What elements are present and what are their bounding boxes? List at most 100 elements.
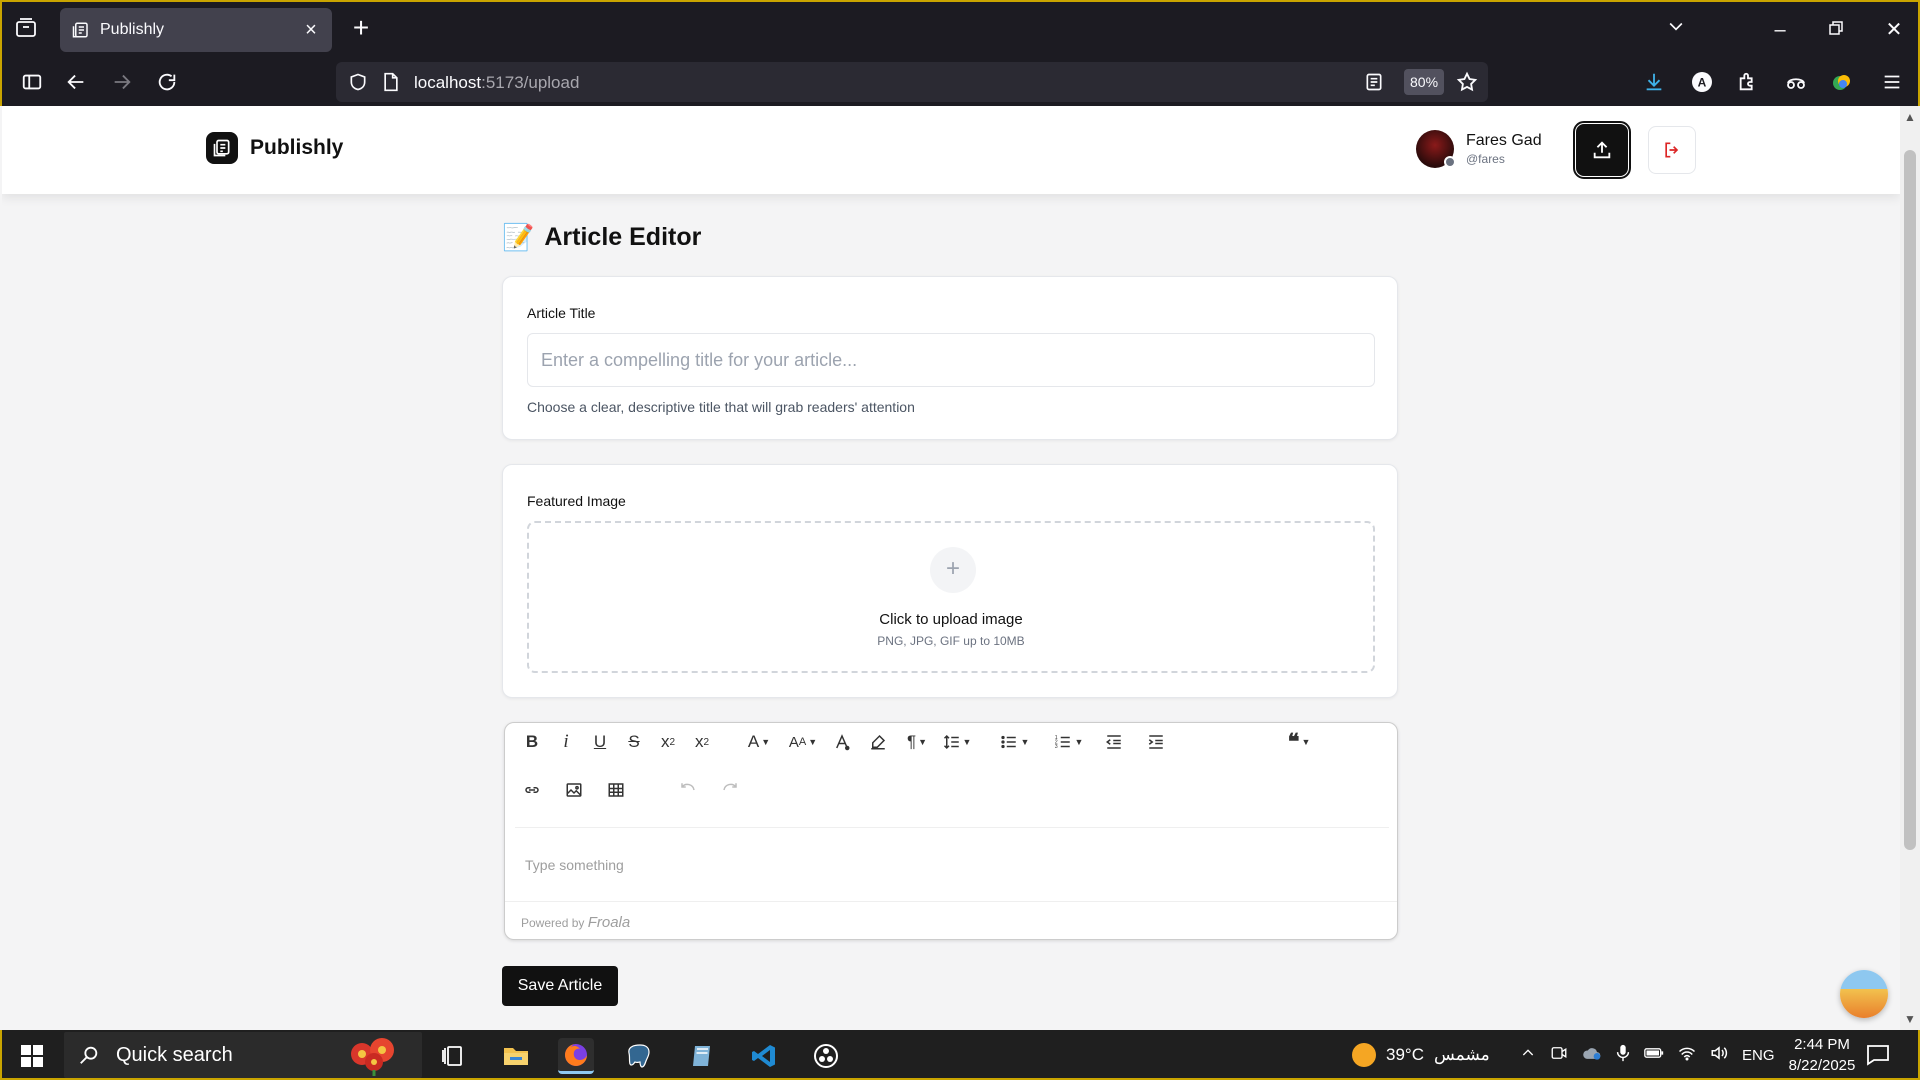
page-viewport: Publishly Fares Gad @fares 📝 Article Edi… xyxy=(2,106,1900,1030)
insert-image-icon[interactable] xyxy=(557,773,591,807)
quote-icon[interactable]: ❝ ▼ xyxy=(1279,725,1319,759)
vscode-icon[interactable] xyxy=(746,1038,782,1074)
title-hint: Choose a clear, descriptive title that w… xyxy=(527,399,915,415)
froala-brand: Froala xyxy=(587,914,631,931)
account-icon[interactable]: A xyxy=(1688,68,1716,96)
zoom-level-badge[interactable]: 80% xyxy=(1404,69,1445,95)
close-window-icon[interactable]: ✕ xyxy=(1880,16,1908,44)
font-size-icon[interactable]: A A ▼ xyxy=(781,725,825,759)
language-indicator[interactable]: ENG xyxy=(1742,1047,1775,1064)
page-title: 📝 Article Editor xyxy=(502,222,701,252)
italic-icon[interactable]: i xyxy=(549,725,583,759)
list-all-tabs-icon[interactable] xyxy=(1662,16,1690,44)
search-icon xyxy=(78,1044,100,1066)
powered-by-froala[interactable]: Powered by Froala xyxy=(521,914,630,931)
meet-now-icon[interactable] xyxy=(1550,1044,1568,1066)
subscript-icon[interactable]: x2 xyxy=(651,725,685,759)
article-title-input[interactable] xyxy=(527,333,1375,387)
scrollbar-thumb[interactable] xyxy=(1904,150,1916,850)
browser-tab-active[interactable]: Publishly × xyxy=(60,8,332,52)
clock-time: 2:44 PM xyxy=(1794,1036,1850,1053)
brand-name: Publishly xyxy=(250,136,344,159)
highlight-icon[interactable] xyxy=(861,725,895,759)
nav-bar: localhost:5173/upload 80% A xyxy=(2,56,1918,108)
avatar[interactable] xyxy=(1416,130,1456,168)
line-height-icon[interactable]: ▼ xyxy=(937,725,977,759)
sun-icon xyxy=(1352,1043,1376,1067)
windows-start-icon[interactable] xyxy=(20,1044,44,1068)
search-highlight-flowers-icon xyxy=(344,1036,404,1076)
numbered-list-icon[interactable]: 1 2 3 ▼ xyxy=(1045,725,1091,759)
restore-icon[interactable] xyxy=(1822,16,1850,44)
outdent-icon[interactable] xyxy=(1097,725,1131,759)
tab-favicon-icon xyxy=(72,21,90,39)
page-scrollbar[interactable]: ▲ ▼ xyxy=(1900,106,1920,1030)
windows-taskbar: Quick search 39°C مشمس ENG 2:44 PM 8/22/… xyxy=(0,1030,1920,1080)
url-text[interactable]: localhost:5173/upload xyxy=(414,73,579,93)
insert-link-icon[interactable] xyxy=(515,773,549,807)
brand[interactable]: Publishly xyxy=(206,132,343,164)
reload-icon[interactable] xyxy=(153,68,181,96)
tab-close-icon[interactable]: × xyxy=(302,20,320,40)
underline-icon[interactable]: U xyxy=(583,725,617,759)
wifi-icon[interactable] xyxy=(1678,1045,1696,1065)
weather-widget[interactable]: 39°C مشمس xyxy=(1352,1030,1490,1080)
upload-button[interactable] xyxy=(1573,121,1631,179)
firefox-taskbar-icon[interactable] xyxy=(558,1038,594,1074)
strikethrough-icon[interactable]: S xyxy=(617,725,651,759)
reader-view-icon[interactable] xyxy=(1364,72,1384,92)
minimize-icon[interactable]: – xyxy=(1766,16,1794,44)
app-book-icon[interactable] xyxy=(684,1038,720,1074)
scroll-down-icon[interactable]: ▼ xyxy=(1904,1012,1916,1026)
postgresql-icon[interactable] xyxy=(622,1038,658,1074)
weather-temp: 39°C xyxy=(1386,1045,1424,1064)
bookmark-star-icon[interactable] xyxy=(1456,71,1478,93)
undo-icon[interactable] xyxy=(671,773,705,807)
search-label: Quick search xyxy=(116,1043,233,1066)
logout-button[interactable] xyxy=(1648,126,1696,174)
onedrive-icon[interactable] xyxy=(1582,1045,1602,1065)
notifications-icon[interactable] xyxy=(1866,1030,1890,1080)
task-view-icon[interactable] xyxy=(434,1038,470,1074)
forward-icon[interactable] xyxy=(108,68,136,96)
app-menu-icon[interactable] xyxy=(1878,68,1906,96)
user-info: Fares Gad @fares xyxy=(1466,132,1542,166)
save-article-button[interactable]: Save Article xyxy=(502,966,618,1006)
indent-icon[interactable] xyxy=(1139,725,1173,759)
floating-widget-icon[interactable] xyxy=(1840,970,1888,1018)
text-color-icon[interactable] xyxy=(825,725,859,759)
sidebar-toggle-icon[interactable] xyxy=(18,68,46,96)
insert-table-icon[interactable] xyxy=(599,773,633,807)
tracking-protection-icon[interactable] xyxy=(348,72,368,92)
taskbar-clock[interactable]: 2:44 PM 8/22/2025 xyxy=(1772,1034,1872,1076)
new-tab-icon[interactable]: + xyxy=(348,14,374,42)
upload-hint: PNG, JPG, GIF up to 10MB xyxy=(877,634,1025,648)
superscript-icon[interactable]: x2 xyxy=(685,725,719,759)
editor-content-area[interactable]: Type something xyxy=(525,857,624,873)
page-info-icon[interactable] xyxy=(382,72,402,92)
font-family-icon[interactable]: A ▼ xyxy=(737,725,781,759)
file-explorer-icon[interactable] xyxy=(498,1038,534,1074)
colorful-extension-icon[interactable] xyxy=(1828,68,1856,96)
paragraph-format-icon[interactable]: ¶ ▼ xyxy=(897,725,937,759)
downloads-icon[interactable] xyxy=(1640,68,1668,96)
scroll-up-icon[interactable]: ▲ xyxy=(1904,110,1916,124)
powered-by-text: Powered by xyxy=(521,916,585,930)
back-icon[interactable] xyxy=(62,68,90,96)
microphone-icon[interactable] xyxy=(1616,1044,1630,1066)
address-bar[interactable]: localhost:5173/upload 80% xyxy=(336,62,1488,102)
bullet-list-icon[interactable]: ▼ xyxy=(991,725,1037,759)
taskbar-search[interactable]: Quick search xyxy=(64,1032,422,1078)
user-profile[interactable]: Fares Gad @fares xyxy=(1416,130,1542,168)
battery-icon[interactable] xyxy=(1644,1046,1664,1064)
redo-icon[interactable] xyxy=(713,773,747,807)
volume-icon[interactable] xyxy=(1710,1045,1728,1065)
show-hidden-icons-icon[interactable] xyxy=(1520,1045,1536,1065)
image-upload-dropzone[interactable]: + Click to upload image PNG, JPG, GIF up… xyxy=(527,521,1375,673)
firefox-view-icon[interactable] xyxy=(14,16,40,42)
extensions-icon[interactable] xyxy=(1734,68,1762,96)
vpn-extension-icon[interactable] xyxy=(1782,68,1810,96)
obs-studio-icon[interactable] xyxy=(808,1038,844,1074)
user-name: Fares Gad xyxy=(1466,132,1542,149)
bold-icon[interactable]: B xyxy=(515,725,549,759)
